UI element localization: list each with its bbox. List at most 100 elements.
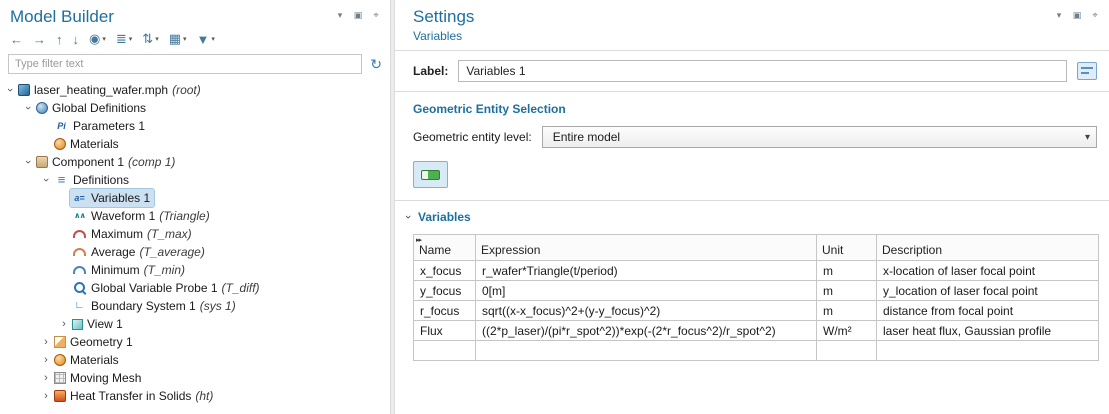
cell-unit[interactable] <box>817 341 877 361</box>
chevron-expanded-icon[interactable]: › <box>19 102 37 114</box>
tree-item-tag: (T_min) <box>144 261 185 279</box>
label-input[interactable] <box>458 60 1067 82</box>
tree-item[interactable]: Waveform 1(Triangle) <box>0 207 390 225</box>
cell-unit[interactable]: m <box>817 281 877 301</box>
table-row[interactable] <box>414 341 1099 361</box>
table-row[interactable]: Flux((2*p_laser)/(pi*r_spot^2))*exp(-(2*… <box>414 321 1099 341</box>
float-icon[interactable]: ▣ <box>1071 10 1083 21</box>
model-builder-panel: Model Builder ▾▣⌖ ←→↑↓◉▾≣▾⇅▾▦▾▼▾ ↻ ›lase… <box>0 0 390 414</box>
waveform-icon <box>72 209 87 223</box>
tree-item[interactable]: Average(T_average) <box>0 243 390 261</box>
tree-item[interactable]: Boundary System 1(sys 1) <box>0 297 390 315</box>
entity-level-label: Geometric entity level: <box>413 130 532 144</box>
minimum-icon <box>72 263 87 277</box>
entity-level-dropdown[interactable]: Entire model ▾ <box>542 126 1097 148</box>
cell-expression[interactable]: sqrt((x-x_focus)^2+(y-y_focus)^2) <box>476 301 817 321</box>
chevron-collapsed-icon[interactable]: › <box>40 333 52 351</box>
component-icon <box>36 156 48 168</box>
table-row[interactable]: r_focussqrt((x-x_focus)^2+(y-y_focus)^2)… <box>414 301 1099 321</box>
cell-name[interactable]: r_focus <box>414 301 476 321</box>
cell-description[interactable]: distance from focal point <box>877 301 1099 321</box>
materials-icon <box>54 354 66 366</box>
tree-item[interactable]: ›View 1 <box>0 315 390 333</box>
table-row[interactable]: y_focus0[m]my_location of laser focal po… <box>414 281 1099 301</box>
tree-item[interactable]: ›laser_heating_wafer.mph(root) <box>0 81 390 99</box>
go-forward-icon[interactable]: → <box>33 32 46 47</box>
cell-unit[interactable]: W/m² <box>817 321 877 341</box>
model-builder-window-controls: ▾ ▣ ⌖ <box>334 10 382 21</box>
tree-item[interactable]: › Moving Mesh <box>0 369 390 387</box>
model-builder-tree: ›laser_heating_wafer.mph(root)›Global De… <box>0 79 390 414</box>
cell-name[interactable] <box>414 341 476 361</box>
definitions-icon <box>54 173 69 187</box>
tree-item[interactable]: Global Variable Probe 1(T_diff) <box>0 279 390 297</box>
cell-description[interactable]: x-location of laser focal point <box>877 261 1099 281</box>
go-back-icon[interactable]: ← <box>10 32 23 47</box>
tree-item[interactable]: ›Heat Transfer in Solids(ht) <box>0 387 390 405</box>
tree-item-tag: (sys 1) <box>200 297 236 315</box>
cell-expression[interactable]: ((2*p_laser)/(pi*r_spot^2))*exp(-(2*r_fo… <box>476 321 817 341</box>
tree-item[interactable]: ›Materials <box>0 351 390 369</box>
section-variables-header[interactable]: › Variables <box>395 201 1109 231</box>
cell-unit[interactable]: m <box>817 261 877 281</box>
tree-item-tag: (T_diff) <box>222 279 260 297</box>
more-options-icon[interactable] <box>1077 62 1097 80</box>
cell-expression[interactable] <box>476 341 817 361</box>
chevron-collapsed-icon[interactable]: › <box>58 315 70 333</box>
cell-description[interactable]: y_location of laser focal point <box>877 281 1099 301</box>
chevron-expanded-icon[interactable]: › <box>37 174 55 186</box>
move-up-icon[interactable]: ↑ <box>56 32 63 47</box>
cell-name[interactable]: Flux <box>414 321 476 341</box>
settings-panel: Settings ▾▣⌖ Variables Label: Geometric … <box>395 0 1109 414</box>
header-name[interactable]: ▸▸ Name <box>414 235 476 261</box>
header-unit[interactable]: Unit <box>817 235 877 261</box>
active-selection-toggle[interactable] <box>413 161 448 188</box>
collapse-expand-icon[interactable]: ⇅▾ <box>142 31 158 47</box>
tree-item[interactable]: Parameters 1 <box>0 117 390 135</box>
collapse-icon[interactable]: ▾ <box>1053 10 1065 21</box>
filter-input[interactable] <box>8 54 362 74</box>
chevron-collapsed-icon[interactable]: › <box>40 387 52 405</box>
collapse-icon[interactable]: ▾ <box>334 10 346 21</box>
chevron-expanded-icon[interactable]: › <box>19 156 37 168</box>
tree-item[interactable]: ›Component 1(comp 1) <box>0 153 390 171</box>
cell-name[interactable]: x_focus <box>414 261 476 281</box>
model-tree-nodes-icon[interactable]: ≣▾ <box>116 31 132 47</box>
header-description[interactable]: Description <box>877 235 1099 261</box>
cell-unit[interactable]: m <box>817 301 877 321</box>
tree-item-label: Moving Mesh <box>70 369 141 387</box>
tree-item-label: Component 1 <box>52 153 124 171</box>
cell-description[interactable]: laser heat flux, Gaussian profile <box>877 321 1099 341</box>
refresh-icon[interactable]: ↻ <box>370 56 382 73</box>
chevron-collapsed-icon[interactable]: › <box>40 369 52 387</box>
tree-item[interactable]: ›Geometry 1 <box>0 333 390 351</box>
entity-level-value: Entire model <box>553 130 620 144</box>
tree-item[interactable]: Variables 1 <box>0 189 390 207</box>
table-row[interactable]: x_focusr_wafer*Triangle(t/period)mx-loca… <box>414 261 1099 281</box>
move-down-icon[interactable]: ↓ <box>73 32 80 47</box>
chevron-collapsed-icon[interactable]: › <box>40 351 52 369</box>
show-icon[interactable]: ◉▾ <box>89 31 106 47</box>
cell-expression[interactable]: r_wafer*Triangle(t/period) <box>476 261 817 281</box>
pin-icon[interactable]: ⌖ <box>370 10 382 21</box>
node-grouping-icon[interactable]: ▦▾ <box>169 31 187 47</box>
filter-icon[interactable]: ▼▾ <box>197 32 215 47</box>
cell-name[interactable]: y_focus <box>414 281 476 301</box>
boundary-system-icon <box>72 299 87 313</box>
chevron-expanded-icon[interactable]: › <box>1 84 19 96</box>
tree-item[interactable]: Minimum(T_min) <box>0 261 390 279</box>
float-icon[interactable]: ▣ <box>352 10 364 21</box>
tree-item[interactable]: ›Global Definitions <box>0 99 390 117</box>
tree-item[interactable]: Maximum(T_max) <box>0 225 390 243</box>
chevron-down-icon: ▾ <box>211 35 215 43</box>
cell-description[interactable] <box>877 341 1099 361</box>
tree-item[interactable]: ›Definitions <box>0 171 390 189</box>
tree-item-label: Waveform 1 <box>91 207 155 225</box>
tree-item-label: Average <box>91 243 135 261</box>
pin-icon[interactable]: ⌖ <box>1089 10 1101 21</box>
active-state-icon <box>421 170 440 180</box>
tree-item[interactable]: Materials <box>0 135 390 153</box>
model-builder-header: Model Builder ▾▣⌖ <box>0 0 390 28</box>
header-expression[interactable]: Expression <box>476 235 817 261</box>
cell-expression[interactable]: 0[m] <box>476 281 817 301</box>
